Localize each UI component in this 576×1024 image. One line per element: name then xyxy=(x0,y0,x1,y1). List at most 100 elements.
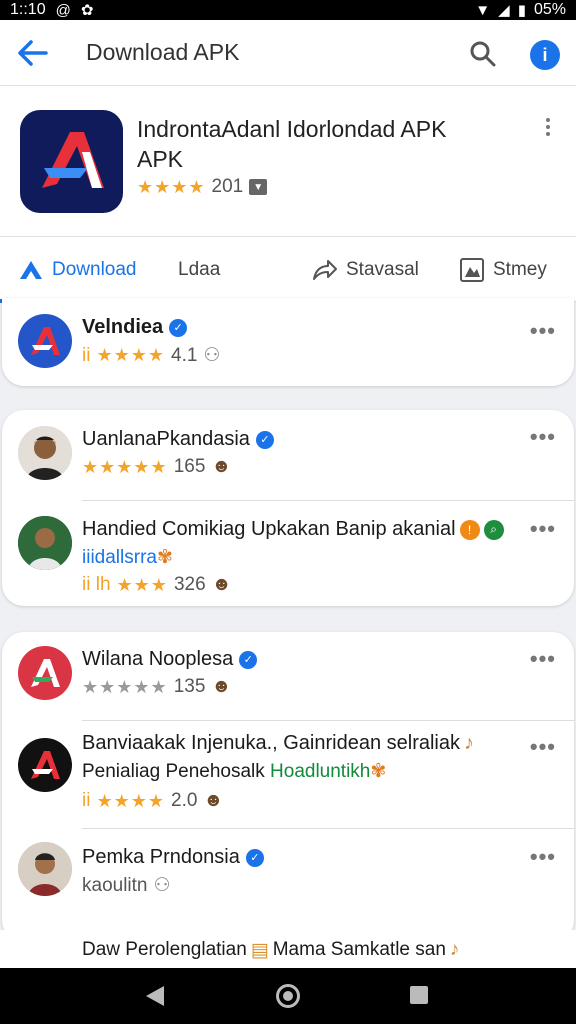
item-name-2: Mama Samkatle san xyxy=(272,939,446,960)
item-rating: ii ★★★★ 2.0 ☻ xyxy=(82,790,223,812)
item-rating: ii lh ★★★ 326 ☻ xyxy=(82,574,232,596)
person-photo-icon xyxy=(18,516,72,570)
results-card: Velndiea ✓ ii ★★★★ 4.1 ⚇ ••• xyxy=(2,298,574,386)
back-button[interactable] xyxy=(0,20,66,86)
person-photo-icon xyxy=(18,426,72,480)
tab-download[interactable]: Download xyxy=(18,237,137,303)
more-options-button[interactable]: ••• xyxy=(530,516,556,542)
rating-value: 2.0 xyxy=(171,790,198,811)
item-name-wrap: Wilana Nooplesa ✓ xyxy=(82,648,258,671)
verified-badge-icon: ✓ xyxy=(245,848,264,867)
list-item[interactable]: Wilana Nooplesa ✓ ★★★★★ 135 ☻ ••• xyxy=(2,632,574,718)
system-nav-bar xyxy=(0,968,576,1024)
share-icon xyxy=(313,260,337,280)
rating-count: 201 xyxy=(211,176,244,197)
item-subtitle: Hoadluntikh xyxy=(270,761,371,782)
nav-home-icon[interactable] xyxy=(276,984,300,1008)
avatar xyxy=(18,738,72,792)
battery-level: 05% xyxy=(533,1,566,18)
verified-badge-icon: ✓ xyxy=(239,650,258,669)
app-more-button[interactable] xyxy=(538,118,558,136)
app-logo-icon xyxy=(31,751,60,779)
people-icon: ⚇ xyxy=(203,345,221,366)
star-rating-icon: ★★★ xyxy=(116,574,168,595)
item-name: Pemka Prndonsia xyxy=(82,846,240,868)
verified-badge-icon: ✓ xyxy=(169,318,188,337)
tab-stmey[interactable]: Stmey xyxy=(459,237,547,303)
clock: 1::10 xyxy=(10,1,46,18)
tab-label: Download xyxy=(52,259,137,280)
bell-icon: ♪ xyxy=(464,732,474,754)
list-item[interactable]: UanlanaPkandasia ✓ ★★★★★ 165 ☻ ••• xyxy=(2,410,574,500)
nav-recents-icon[interactable] xyxy=(410,986,428,1004)
more-options-button[interactable]: ••• xyxy=(530,424,556,450)
person-icon: ☻ xyxy=(211,574,232,595)
search-icon xyxy=(470,41,496,67)
item-name-wrap: Velndiea ✓ xyxy=(82,316,188,339)
leaf-icon: ✾ xyxy=(156,547,173,568)
tab-stavasal[interactable]: Stavasal xyxy=(312,237,419,303)
results-card: Wilana Nooplesa ✓ ★★★★★ 135 ☻ ••• Banviaa… xyxy=(2,632,574,942)
tab-label: Stavasal xyxy=(346,259,419,280)
list-item[interactable]: Banviaakak Injenuka., Gainridean selrali… xyxy=(2,722,574,828)
item-rating: ★★★★★ 135 ☻ xyxy=(82,676,231,698)
app-bar: Download APK i xyxy=(0,20,576,86)
avatar xyxy=(18,842,72,896)
info-icon: i xyxy=(542,44,548,65)
person-icon: ☻ xyxy=(211,456,232,477)
rating-value: 135 xyxy=(173,676,206,697)
more-options-button[interactable]: ••• xyxy=(530,646,556,672)
item-name: Wilana Nooplesa xyxy=(82,648,234,670)
list-item[interactable]: Handied Comikiag Upkakan Banip akanial! ⌕… xyxy=(2,502,574,606)
person-photo-icon xyxy=(18,842,72,896)
tab-ldaa[interactable]: Ldaa xyxy=(178,237,220,303)
list-item[interactable]: Velndiea ✓ ii ★★★★ 4.1 ⚇ ••• xyxy=(2,298,574,386)
item-name-wrap: Banviaakak Injenuka., Gainridean selrali… xyxy=(82,732,474,755)
list-item[interactable]: Pemka Prndonsia ✓ kaoulitn ⚇ ••• xyxy=(2,830,574,920)
star-rating-icon: ★★★★ xyxy=(96,345,165,365)
app-icon[interactable] xyxy=(20,110,123,213)
alert-badge-icon: ! xyxy=(459,519,480,540)
info-button[interactable]: i xyxy=(530,40,560,70)
signal-icon: ◢ xyxy=(498,1,510,19)
person-icon: ☻ xyxy=(211,676,232,697)
star-rating-icon: ★★★★ xyxy=(137,176,206,197)
tab-label: Stmey xyxy=(493,259,547,280)
item-rating: ★★★★★ 165 ☻ xyxy=(82,456,231,478)
item-name-wrap: UanlanaPkandasia ✓ xyxy=(82,428,274,451)
settings-icon: ✿ xyxy=(80,1,94,19)
tab-bar: Download Ldaa Stavasal Stmey xyxy=(0,236,576,303)
item-subtitle: iiidallsrra xyxy=(82,547,157,568)
rating-value: 165 xyxy=(173,456,206,477)
item-name: Banviaakak Injenuka., Gainridean selrali… xyxy=(82,732,460,754)
item-name-wrap: Pemka Prndonsia ✓ xyxy=(82,846,264,869)
item-subtitle-wrap: Penialiag Penehosalk Hoadluntikh✾ xyxy=(82,760,386,783)
image-box-icon xyxy=(460,258,484,282)
dropdown-icon[interactable]: ▼ xyxy=(249,179,268,195)
nav-back-icon[interactable] xyxy=(146,986,164,1006)
page-title: Download APK xyxy=(86,39,240,65)
tab-label: Ldaa xyxy=(178,259,221,280)
battery-icon: ▮ xyxy=(517,1,526,19)
arrow-left-icon xyxy=(18,39,48,66)
item-name: Handied Comikiag Upkakan Banip akanial xyxy=(82,518,456,540)
more-options-button[interactable]: ••• xyxy=(530,318,556,344)
at-icon: @ xyxy=(55,1,71,19)
app-logo-icon xyxy=(31,327,60,355)
divider xyxy=(82,500,574,501)
wifi-icon: ▼ xyxy=(475,1,491,19)
more-options-button[interactable]: ••• xyxy=(530,844,556,870)
more-options-button[interactable]: ••• xyxy=(530,734,556,760)
leaf-icon: ✾ xyxy=(370,761,387,782)
partial-list-item[interactable]: Daw Perolenglatian ▤ Mama Samkatle san ♪ xyxy=(0,930,576,970)
item-subtitle: kaoulitn xyxy=(82,874,148,896)
person-icon: ☻ xyxy=(203,790,224,811)
search-button[interactable] xyxy=(465,36,501,72)
rating-value: 4.1 xyxy=(171,344,198,366)
people-icon: ⚇ xyxy=(153,875,171,896)
item-name: Velndiea xyxy=(82,316,164,338)
item-name: Daw Perolenglatian xyxy=(82,939,247,960)
avatar xyxy=(18,426,72,480)
rating-prefix: ii xyxy=(82,790,91,811)
note-icon: ▤ xyxy=(250,939,269,961)
